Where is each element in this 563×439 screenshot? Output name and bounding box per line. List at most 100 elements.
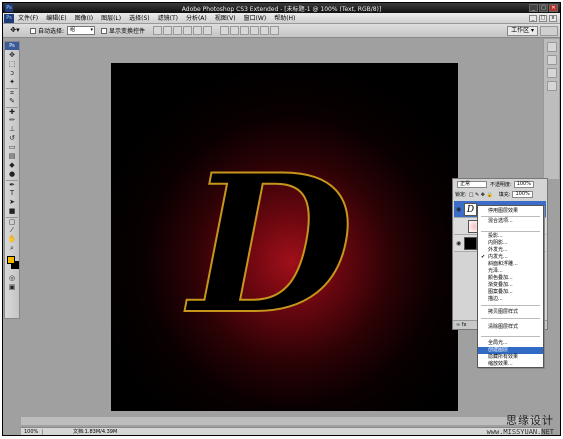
context-menu-item[interactable]: 隐藏所有效果 (478, 354, 543, 361)
horizontal-scrollbar[interactable] (21, 417, 541, 425)
menu-edit[interactable]: 编辑(E) (42, 13, 70, 24)
clone-stamp-tool-icon[interactable]: ⊥ (6, 125, 18, 133)
color-panel-icon[interactable] (546, 68, 557, 78)
show-transform-checkbox[interactable] (101, 27, 108, 34)
doc-minimize-button[interactable]: _ (529, 14, 537, 22)
context-menu-item[interactable]: 斜面和浮雕... (478, 261, 543, 268)
close-button[interactable]: ✕ (549, 4, 558, 12)
menu-view[interactable]: 视图(V) (211, 13, 240, 24)
context-menu-item[interactable]: 缩放效果... (478, 361, 543, 368)
fill-label: 填充: (498, 192, 511, 198)
context-menu-item[interactable]: 停用图层效果 (478, 208, 543, 215)
layer-style-context-menu: 停用图层效果 混合选项... 投影... 内阴影... 外发光... ✔ 内发光... 斜面和… (477, 205, 544, 368)
context-menu-item[interactable]: 描边... (478, 296, 543, 303)
context-menu-item[interactable]: 投影... (478, 233, 543, 240)
context-menu-item[interactable]: 光泽... (478, 268, 543, 275)
minimize-button[interactable]: _ (529, 4, 538, 12)
history-panel-icon[interactable] (546, 55, 557, 65)
context-menu-item[interactable]: 外发光... (478, 247, 543, 254)
menu-select[interactable]: 选择(S) (125, 13, 154, 24)
lock-icons[interactable]: □ ✎ ✥ 🔒 (469, 192, 493, 198)
align-vcenter-icon[interactable] (163, 26, 173, 35)
zoom-tool-icon[interactable]: ⌕ (6, 244, 18, 252)
dodge-tool-icon[interactable]: ● (6, 170, 18, 178)
fill-field[interactable]: 100% (512, 191, 533, 198)
maximize-button[interactable]: □ (539, 4, 548, 12)
doc-restore-button[interactable]: □ (539, 14, 547, 22)
align-bottom-icon[interactable] (173, 26, 183, 35)
menu-separator (481, 318, 540, 319)
brush-tool-icon[interactable]: ✏ (6, 116, 18, 124)
context-menu-item[interactable]: 清除图层样式 (478, 324, 543, 331)
path-selection-tool-icon[interactable]: ➤ (6, 198, 18, 206)
context-menu-item[interactable]: 图案叠加... (478, 289, 543, 296)
blur-tool-icon[interactable]: ◆ (6, 161, 18, 169)
eyedropper-tool-icon[interactable]: ⁄ (6, 226, 18, 234)
visibility-eye-icon[interactable]: ◉ (456, 206, 461, 213)
align-left-icon[interactable] (183, 26, 193, 35)
context-menu-item[interactable]: 颜色叠加... (478, 275, 543, 282)
context-menu-item-label: 图案叠加... (488, 289, 513, 295)
toolbox: Ps ✥ ⬚ ↄ ✦ ⌗ ✎ ✚ ✏ ⊥ ↺ ▭ ▤ ◆ ● ✒ T ➤ ■ ▢… (4, 41, 20, 319)
menu-image[interactable]: 图像(I) (71, 13, 97, 24)
workspace-button[interactable]: 工作区 ▾ (507, 25, 538, 36)
crop-tool-icon[interactable]: ⌗ (6, 88, 18, 97)
menu-logo: Ps (4, 13, 14, 23)
gradient-tool-icon[interactable]: ▤ (6, 152, 18, 160)
menu-help[interactable]: 帮助(H) (270, 13, 299, 24)
auto-select-dropdown[interactable]: 组 (67, 26, 96, 35)
context-menu-item-label: 光泽... (488, 268, 503, 274)
magic-wand-tool-icon[interactable]: ✦ (6, 78, 18, 86)
blend-mode-dropdown[interactable]: 正常 (457, 181, 487, 188)
context-menu-item-label: 描边... (488, 296, 503, 302)
slice-tool-icon[interactable]: ✎ (6, 97, 18, 105)
distribute-right-icon[interactable] (270, 26, 280, 35)
notes-tool-icon[interactable]: ▢ (6, 217, 18, 226)
menu-layer[interactable]: 图层(L) (97, 13, 125, 24)
hand-tool-icon[interactable]: ✋ (6, 235, 18, 243)
document-canvas[interactable]: D (111, 63, 458, 411)
foreground-color-swatch[interactable] (7, 256, 15, 264)
history-brush-tool-icon[interactable]: ↺ (6, 134, 18, 142)
visibility-eye-icon[interactable]: ◉ (456, 240, 461, 247)
context-menu-item[interactable]: 全局光... (478, 340, 543, 347)
menu-window[interactable]: 窗口(W) (240, 13, 271, 24)
menu-filter[interactable]: 滤镜(T) (154, 13, 182, 24)
menu-analysis[interactable]: 分析(A) (182, 13, 211, 24)
marquee-tool-icon[interactable]: ⬚ (6, 60, 18, 68)
align-hcenter-icon[interactable] (193, 26, 203, 35)
auto-select-checkbox[interactable] (30, 27, 36, 34)
pen-tool-icon[interactable]: ✒ (6, 180, 18, 189)
lasso-tool-icon[interactable]: ↄ (6, 69, 18, 77)
distribute-left-icon[interactable] (250, 26, 260, 35)
distribute-bottom-icon[interactable] (240, 26, 250, 35)
document-info[interactable]: 文档:1.83M/4.39M (43, 428, 117, 435)
distribute-hcenter-icon[interactable] (260, 26, 270, 35)
healing-brush-tool-icon[interactable]: ✚ (6, 107, 18, 116)
context-menu-item[interactable]: 拷贝图层样式 (478, 309, 543, 316)
shape-tool-icon[interactable]: ■ (6, 207, 18, 215)
layers-lock-row: 锁定: □ ✎ ✥ 🔒 填充: 100% (455, 191, 533, 198)
navigator-panel-icon[interactable] (546, 42, 557, 52)
distribute-vcenter-icon[interactable] (230, 26, 240, 35)
move-tool-preset-icon[interactable]: ✥▾ (6, 25, 24, 36)
watermark-title: 思缘设计 (506, 414, 554, 427)
align-top-icon[interactable] (153, 26, 163, 35)
swatches-panel-icon[interactable] (546, 81, 557, 91)
distribute-top-icon[interactable] (220, 26, 230, 35)
context-menu-item[interactable]: 混合选项... (478, 218, 543, 225)
quick-mask-icon[interactable]: ◎ (6, 274, 18, 282)
menu-file[interactable]: 文件(F) (14, 13, 42, 24)
zoom-level[interactable]: 100% (21, 428, 43, 435)
screen-mode-icon[interactable]: ▣ (6, 283, 18, 291)
eraser-tool-icon[interactable]: ▭ (6, 143, 18, 151)
align-right-icon[interactable] (203, 26, 213, 35)
opacity-field[interactable]: 100% (513, 181, 534, 188)
context-menu-item[interactable]: 创建图层 (478, 347, 543, 354)
move-tool-icon[interactable]: ✥ (6, 51, 18, 59)
context-menu-item[interactable]: 渐变叠加... (478, 282, 543, 289)
context-menu-item[interactable]: ✔ 内发光... (478, 254, 543, 261)
context-menu-item[interactable]: 内阴影... (478, 240, 543, 247)
type-tool-icon[interactable]: T (6, 189, 18, 197)
doc-close-button[interactable]: x (549, 14, 557, 22)
